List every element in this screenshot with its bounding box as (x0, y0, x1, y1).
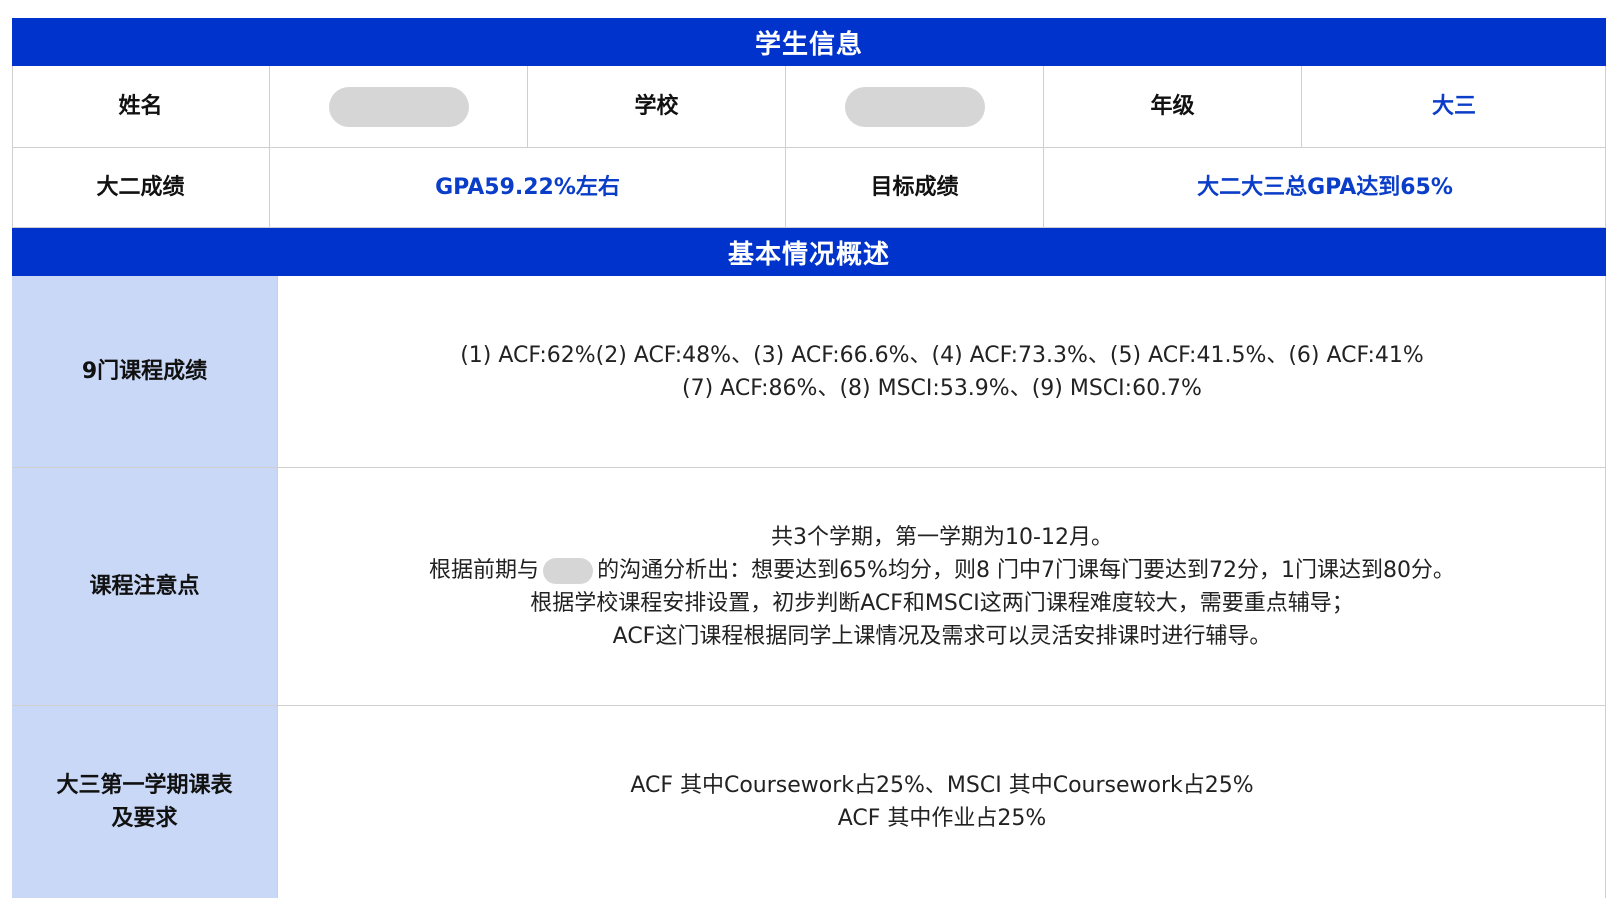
schedule-content-cell: ACF 其中Coursework占25%、MSCI 其中Coursework占2… (278, 706, 1606, 898)
notes-line-4: ACF这门课程根据同学上课情况及需求可以灵活安排课时进行辅导。 (612, 623, 1272, 649)
courses-line-2: (7) ACF:86%、(8) MSCI:53.9%、(9) MSCI:60.7… (682, 375, 1202, 401)
courses-line-1: (1) ACF:62%(2) ACF:48%、(3) ACF:66.6%、(4)… (460, 342, 1424, 368)
courses-label: 9门课程成绩 (81, 359, 208, 384)
target-grade-value: 大二大三总GPA达到65% (1197, 175, 1453, 200)
target-label-cell: 目标成绩 (786, 148, 1044, 227)
name-value-cell (270, 66, 528, 147)
overview-row-notes: 课程注意点 共3个学期，第一学期为10-12月。 根据前期与 的沟通分析出：想要达… (12, 468, 1606, 706)
grade-label: 年级 (1150, 94, 1195, 119)
schedule-line-2: ACF 其中作业占25% (837, 806, 1047, 831)
name-label-cell: 姓名 (12, 66, 270, 147)
student-info-sheet: 学生信息 姓名 学校 年级 大三 大二成绩 GPA59.22%左右 目标成绩 大… (12, 18, 1606, 898)
student-info-header: 学生信息 (12, 18, 1606, 66)
target-value-cell: 大二大三总GPA达到65% (1044, 148, 1606, 227)
grade-label-cell: 年级 (1044, 66, 1302, 147)
student-info-row-2: 大二成绩 GPA59.22%左右 目标成绩 大二大三总GPA达到65% (12, 148, 1606, 228)
schedule-line-1: ACF 其中Coursework占25%、MSCI 其中Coursework占2… (630, 773, 1254, 798)
sophomore-grade-value: GPA59.22%左右 (435, 175, 620, 200)
schedule-label-line-1: 大三第一学期课表 (56, 773, 233, 798)
sophomore-label-cell: 大二成绩 (12, 148, 270, 227)
school-value-cell (786, 66, 1044, 147)
courses-content-cell: (1) ACF:62%(2) ACF:48%、(3) ACF:66.6%、(4)… (278, 276, 1606, 467)
school-redacted (844, 86, 985, 127)
courses-label-cell: 9门课程成绩 (12, 276, 278, 467)
overview-row-schedule: 大三第一学期课表 及要求 ACF 其中Coursework占25%、MSCI 其… (12, 706, 1606, 898)
notes-label-cell: 课程注意点 (12, 468, 278, 705)
target-grade-label: 目标成绩 (870, 175, 959, 200)
name-label: 姓名 (118, 94, 163, 119)
notes-line-2-suffix: 的沟通分析出：想要达到65%均分，则8 门中7门课每门要达到72分，1门课达到8… (597, 557, 1455, 583)
notes-line-1: 共3个学期，第一学期为10-12月。 (771, 524, 1113, 550)
notes-line-2: 根据前期与 的沟通分析出：想要达到65%均分，则8 门中7门课每门要达到72分，1… (429, 554, 1455, 587)
schedule-label-line-2: 及要求 (111, 806, 178, 831)
notes-line-2-prefix: 根据前期与 (429, 557, 540, 583)
sophomore-value-cell: GPA59.22%左右 (270, 148, 786, 227)
notes-line-3: 根据学校课程安排设置，初步判断ACF和MSCI这两门课程难度较大，需要重点辅导； (530, 590, 1354, 616)
school-label-cell: 学校 (528, 66, 786, 147)
student-info-row-1: 姓名 学校 年级 大三 (12, 66, 1606, 148)
notes-content-cell: 共3个学期，第一学期为10-12月。 根据前期与 的沟通分析出：想要达到65%均分… (278, 468, 1606, 705)
overview-row-courses: 9门课程成绩 (1) ACF:62%(2) ACF:48%、(3) ACF:66… (12, 276, 1606, 468)
student-info-title: 学生信息 (754, 29, 863, 60)
schedule-label-cell: 大三第一学期课表 及要求 (12, 706, 278, 898)
notes-label: 课程注意点 (89, 574, 200, 599)
grade-value: 大三 (1431, 94, 1476, 119)
grade-value-cell: 大三 (1302, 66, 1606, 147)
sophomore-grade-label: 大二成绩 (96, 175, 185, 200)
school-label: 学校 (634, 94, 679, 119)
overview-title: 基本情况概述 (727, 239, 890, 270)
name-redacted (328, 86, 469, 127)
overview-header: 基本情况概述 (12, 228, 1606, 276)
person-redacted (543, 557, 594, 584)
